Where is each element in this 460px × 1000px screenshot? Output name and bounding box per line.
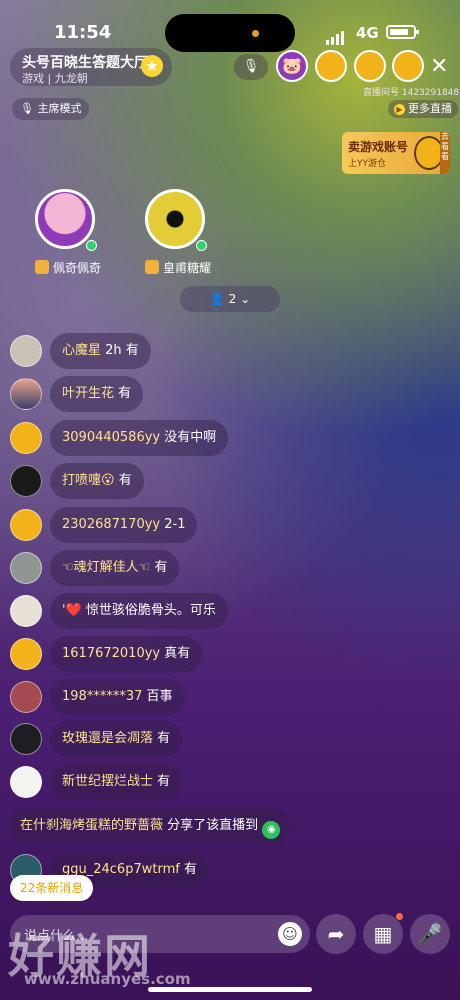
share-user-name: 在什刹海烤蛋糕的野蔷薇 <box>20 818 164 833</box>
wechat-icon: ◉ <box>262 821 281 839</box>
mic-icon: 🎙 <box>20 102 34 115</box>
user-avatar[interactable] <box>10 681 42 713</box>
message-bubble: ☜魂灯解佳人☜ 有 <box>50 550 180 586</box>
message-bubble: 3090440586yy 没有中啊 <box>50 420 229 456</box>
close-icon[interactable]: ✕ <box>430 54 448 79</box>
message-bubble: 心魔星 2h 有 <box>50 333 151 369</box>
user-avatar[interactable] <box>10 766 42 798</box>
seat-badge-icon <box>35 260 49 274</box>
viewer-avatar[interactable] <box>315 50 347 82</box>
recording-dot-icon <box>252 30 259 37</box>
user-avatar[interactable] <box>10 595 42 627</box>
seat-name: 佩奇佩奇 <box>35 259 101 276</box>
notification-dot <box>396 913 403 920</box>
viewer-avatar[interactable] <box>392 50 424 82</box>
seat-avatar[interactable] <box>145 189 205 249</box>
share-notice: 在什刹海烤蛋糕的野蔷薇 分享了该直播到 ◉ <box>10 808 291 844</box>
mic-off-icon: 🎤 <box>417 922 443 946</box>
user-avatar[interactable] <box>10 378 42 410</box>
chevron-down-icon: ⌄ <box>240 292 251 306</box>
seat-avatar[interactable] <box>35 189 95 249</box>
share-button[interactable]: ➦ <box>316 914 356 954</box>
viewer-avatar[interactable]: 🐷 <box>276 50 308 82</box>
host-mode-badge[interactable]: 🎙 主席模式 <box>12 98 90 120</box>
message-bubble: '❤️ 惊世骇俗脆骨头。可乐 <box>50 593 228 629</box>
viewer-avatar[interactable] <box>354 50 386 82</box>
promo-subtitle: 上YY游仓 <box>348 159 386 169</box>
grid-icon: ▦ <box>373 922 393 946</box>
star-follow-icon[interactable]: ★ <box>141 55 163 77</box>
online-indicator <box>86 240 97 251</box>
message-bubble: 新世纪摆烂战士 有 <box>50 764 183 800</box>
watermark-url: www.zhuanyes.com <box>24 970 191 988</box>
message-bubble: 1617672010yy 真有 <box>50 636 203 672</box>
user-avatar[interactable] <box>10 422 42 454</box>
person-icon: 👤 <box>209 292 225 306</box>
share-text: 分享了该直播到 <box>167 818 259 833</box>
home-indicator[interactable] <box>148 987 312 992</box>
user-avatar[interactable] <box>10 723 42 755</box>
more-live-button[interactable]: ▶ 更多直播 <box>388 100 458 118</box>
promo-side-label: 去看看 <box>440 132 450 174</box>
audience-count: 2 <box>228 292 237 306</box>
promo-card[interactable]: 卖游戏账号 上YY游仓 去看看 <box>342 132 450 174</box>
message-bubble: 打喷嚏😮 有 <box>50 463 144 499</box>
mic-queue-icon[interactable]: 🎙 <box>234 54 268 80</box>
promo-title: 卖游戏账号 <box>348 140 409 154</box>
battery-icon <box>386 25 419 39</box>
host-mode-label: 主席模式 <box>37 102 82 115</box>
user-avatar[interactable] <box>10 509 42 541</box>
new-messages-button[interactable]: 22条新消息 <box>10 875 94 901</box>
status-time: 11:54 <box>54 22 112 43</box>
share-arrow-icon: ➦ <box>327 922 345 946</box>
more-live-label: 更多直播 <box>408 102 452 115</box>
more-live-icon: ▶ <box>394 104 405 115</box>
message-bubble: 198******37 百事 <box>50 679 185 715</box>
online-indicator <box>196 240 207 251</box>
seat-name: 皇甫糖耀 <box>145 259 211 276</box>
room-subtitle: 游戏 | 九龙朝 <box>22 72 88 85</box>
user-avatar[interactable] <box>10 638 42 670</box>
network-type: 4G <box>356 24 379 42</box>
user-avatar[interactable] <box>10 465 42 497</box>
message-bubble: 叶开生花 有 <box>50 376 144 412</box>
more-apps-button[interactable]: ▦ <box>363 914 403 954</box>
room-id: 直播间号 1423291848 <box>363 88 460 98</box>
room-title: 头号百晓生答题大厅 <box>22 55 148 71</box>
dynamic-island <box>165 14 295 52</box>
audience-count-button[interactable]: 👤 2 ⌄ <box>180 286 280 312</box>
message-bubble: 玫瑰還是会凋落 有 <box>50 721 183 757</box>
message-bubble: 2302687170yy 2-1 <box>50 507 198 543</box>
emoji-icon[interactable]: ☺ <box>278 922 302 946</box>
user-avatar[interactable] <box>10 552 42 584</box>
user-avatar[interactable] <box>10 335 42 367</box>
seat-badge-icon <box>145 260 159 274</box>
mic-toggle-button[interactable]: 🎤 <box>410 914 450 954</box>
signal-icon <box>326 26 346 45</box>
